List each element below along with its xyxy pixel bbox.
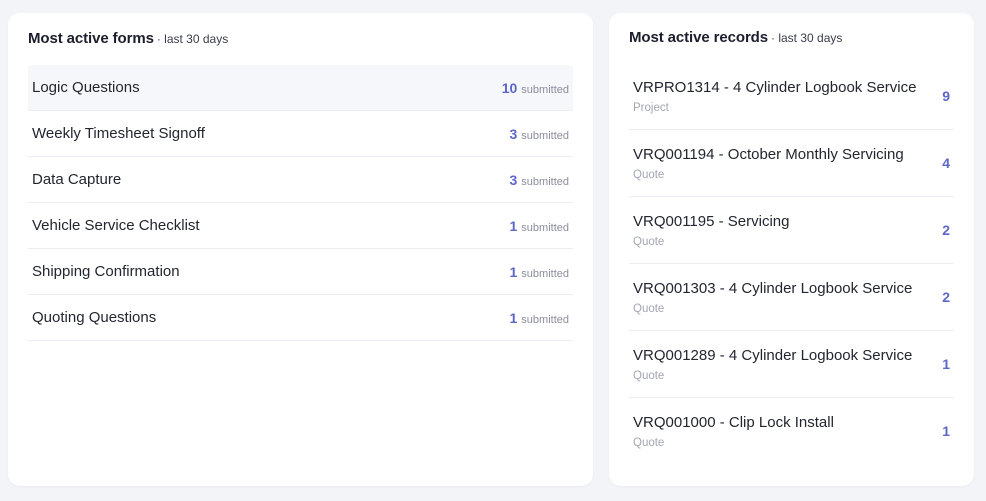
- form-row[interactable]: Data Capture 3 submitted: [28, 157, 573, 203]
- record-name: VRPRO1314 - 4 Cylinder Logbook Service: [633, 78, 917, 96]
- record-text: VRQ001194 - October Monthly Servicing Qu…: [633, 146, 904, 181]
- record-name: VRQ001194 - October Monthly Servicing: [633, 145, 904, 163]
- submitted-count-number: 1: [509, 217, 518, 234]
- record-text: VRQ001195 - Servicing Quote: [633, 213, 789, 248]
- form-name: Shipping Confirmation: [32, 263, 180, 280]
- record-name: VRQ001303 - 4 Cylinder Logbook Service: [633, 279, 913, 297]
- record-count: 2: [942, 289, 950, 305]
- submitted-label: submitted: [521, 313, 569, 326]
- submitted-label: submitted: [521, 267, 569, 280]
- record-type: Quote: [633, 436, 665, 449]
- record-count: 4: [942, 155, 950, 171]
- record-type: Project: [633, 101, 669, 114]
- record-count: 1: [942, 423, 950, 439]
- form-row[interactable]: Weekly Timesheet Signoff 3 submitted: [28, 111, 573, 157]
- forms-list: Logic Questions 10 submitted Weekly Time…: [28, 65, 573, 341]
- form-name: Vehicle Service Checklist: [32, 217, 200, 234]
- record-name: VRQ001000 - Clip Lock Install: [633, 413, 834, 431]
- form-name: Data Capture: [32, 171, 122, 188]
- record-name: VRQ001289 - 4 Cylinder Logbook Service: [633, 346, 913, 364]
- form-row[interactable]: Logic Questions 10 submitted: [28, 65, 573, 111]
- records-card-header: Most active records · last 30 days: [629, 29, 954, 55]
- form-submitted-count: 1 submitted: [510, 218, 570, 234]
- record-type: Quote: [633, 369, 665, 382]
- submitted-label: submitted: [521, 175, 569, 188]
- submitted-count-number: 1: [509, 309, 518, 326]
- record-row[interactable]: VRPRO1314 - 4 Cylinder Logbook Service P…: [629, 63, 954, 130]
- record-text: VRQ001000 - Clip Lock Install Quote: [633, 414, 834, 449]
- submitted-count-number: 10: [501, 79, 518, 96]
- record-text: VRQ001303 - 4 Cylinder Logbook Service Q…: [633, 280, 912, 315]
- submitted-count-number: 3: [509, 171, 518, 188]
- record-row[interactable]: VRQ001000 - Clip Lock Install Quote 1: [629, 398, 954, 464]
- records-card-subtitle: · last 30 days: [771, 31, 843, 45]
- record-text: VRPRO1314 - 4 Cylinder Logbook Service P…: [633, 79, 916, 114]
- submitted-label: submitted: [521, 221, 569, 234]
- submitted-count-number: 1: [509, 263, 518, 280]
- form-name: Quoting Questions: [32, 309, 157, 326]
- record-name: VRQ001195 - Servicing: [633, 212, 790, 230]
- record-row[interactable]: VRQ001194 - October Monthly Servicing Qu…: [629, 130, 954, 197]
- form-row[interactable]: Shipping Confirmation 1 submitted: [28, 249, 573, 295]
- record-type: Quote: [633, 168, 665, 181]
- form-submitted-count: 10 submitted: [502, 80, 569, 96]
- form-name: Weekly Timesheet Signoff: [32, 125, 205, 142]
- records-list: VRPRO1314 - 4 Cylinder Logbook Service P…: [629, 63, 954, 464]
- record-row[interactable]: VRQ001289 - 4 Cylinder Logbook Service Q…: [629, 331, 954, 398]
- forms-card-subtitle: · last 30 days: [156, 32, 229, 46]
- form-submitted-count: 3 submitted: [510, 172, 570, 188]
- record-type: Quote: [633, 302, 665, 315]
- record-count: 9: [942, 88, 950, 104]
- records-card-title: Most active records: [629, 29, 768, 46]
- record-count: 2: [942, 222, 950, 238]
- form-submitted-count: 3 submitted: [510, 126, 570, 142]
- submitted-label: submitted: [521, 83, 569, 96]
- record-row[interactable]: VRQ001195 - Servicing Quote 2: [629, 197, 954, 264]
- form-submitted-count: 1 submitted: [510, 310, 570, 326]
- record-row[interactable]: VRQ001303 - 4 Cylinder Logbook Service Q…: [629, 264, 954, 331]
- form-name: Logic Questions: [32, 79, 140, 96]
- record-count: 1: [942, 356, 950, 372]
- most-active-forms-card: Most active forms · last 30 days Logic Q…: [8, 13, 593, 486]
- forms-card-title: Most active forms: [28, 30, 154, 47]
- record-type: Quote: [633, 235, 665, 248]
- form-row[interactable]: Vehicle Service Checklist 1 submitted: [28, 203, 573, 249]
- most-active-records-card: Most active records · last 30 days VRPRO…: [609, 13, 974, 486]
- form-row[interactable]: Quoting Questions 1 submitted: [28, 295, 573, 341]
- submitted-count-number: 3: [509, 125, 518, 142]
- record-text: VRQ001289 - 4 Cylinder Logbook Service Q…: [633, 347, 912, 382]
- form-submitted-count: 1 submitted: [510, 264, 570, 280]
- submitted-label: submitted: [521, 129, 569, 142]
- forms-card-header: Most active forms · last 30 days: [28, 30, 573, 56]
